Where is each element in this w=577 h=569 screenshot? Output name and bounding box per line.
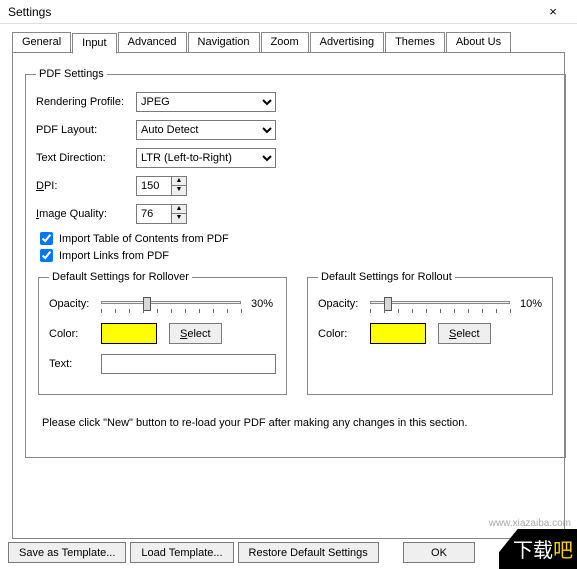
- tab-input[interactable]: Input: [72, 33, 116, 54]
- rollover-opacity-label: Opacity:: [49, 298, 101, 310]
- image-quality-spinner[interactable]: ▲▼: [136, 204, 187, 224]
- tab-zoom[interactable]: Zoom: [261, 32, 309, 53]
- text-direction-label: Text Direction:: [36, 152, 136, 164]
- pdf-layout-label: PDF Layout:: [36, 124, 136, 136]
- rendering-profile-select[interactable]: JPEG: [136, 92, 276, 112]
- iq-down-icon[interactable]: ▼: [172, 214, 186, 223]
- tab-bar: General Input Advanced Navigation Zoom A…: [0, 24, 577, 53]
- tab-advanced[interactable]: Advanced: [118, 32, 187, 53]
- dpi-up-icon[interactable]: ▲: [172, 177, 186, 186]
- rollout-opacity-label: Opacity:: [318, 298, 370, 310]
- rollout-opacity-slider[interactable]: [370, 295, 510, 313]
- rollout-color-swatch: [370, 323, 426, 344]
- rollover-opacity-value: 30%: [251, 298, 273, 310]
- load-template-button[interactable]: Load Template...: [130, 542, 233, 563]
- tab-navigation[interactable]: Navigation: [188, 32, 260, 53]
- import-links-label: Import Links from PDF: [59, 250, 169, 262]
- dpi-input[interactable]: [137, 177, 171, 195]
- window-title: Settings: [8, 5, 533, 19]
- rollout-color-label: Color:: [318, 328, 370, 340]
- dpi-label: DPI:: [36, 180, 136, 192]
- tab-general[interactable]: General: [12, 32, 71, 53]
- import-toc-label: Import Table of Contents from PDF: [59, 233, 229, 245]
- footer-bar: Save as Template... Load Template... Res…: [0, 536, 577, 569]
- tab-about[interactable]: About Us: [446, 32, 511, 53]
- rollover-group: Default Settings for Rollover Opacity: 3…: [38, 271, 287, 395]
- image-quality-label: Image Quality:: [36, 208, 136, 220]
- rollout-legend: Default Settings for Rollout: [318, 271, 455, 283]
- tab-advertising[interactable]: Advertising: [310, 32, 384, 53]
- close-button[interactable]: ×: [533, 2, 573, 22]
- dpi-spinner[interactable]: ▲▼: [136, 176, 187, 196]
- rollout-select-button[interactable]: Select: [438, 323, 491, 344]
- rollout-group: Default Settings for Rollout Opacity: 10…: [307, 271, 553, 395]
- rollover-color-label: Color:: [49, 328, 101, 340]
- import-links-checkbox[interactable]: [40, 249, 53, 262]
- rollover-text-label: Text:: [49, 358, 101, 370]
- restore-defaults-button[interactable]: Restore Default Settings: [238, 542, 379, 563]
- rollout-opacity-value: 10%: [520, 298, 542, 310]
- rollover-select-button[interactable]: Select: [169, 323, 222, 344]
- pdf-settings-group: PDF Settings Rendering Profile: JPEG PDF…: [25, 68, 566, 458]
- reload-note: Please click "New" button to re-load you…: [42, 417, 549, 429]
- dpi-down-icon[interactable]: ▼: [172, 186, 186, 195]
- iq-up-icon[interactable]: ▲: [172, 205, 186, 214]
- rollover-opacity-slider[interactable]: [101, 295, 241, 313]
- image-quality-input[interactable]: [137, 205, 171, 223]
- tab-themes[interactable]: Themes: [385, 32, 445, 53]
- rendering-profile-label: Rendering Profile:: [36, 96, 136, 108]
- pdf-layout-select[interactable]: Auto Detect: [136, 120, 276, 140]
- ok-button[interactable]: OK: [403, 542, 475, 563]
- rollover-color-swatch: [101, 323, 157, 344]
- save-template-button[interactable]: Save as Template...: [8, 542, 126, 563]
- import-toc-checkbox[interactable]: [40, 232, 53, 245]
- pdf-settings-legend: PDF Settings: [36, 68, 107, 80]
- tab-panel-input: PDF Settings Rendering Profile: JPEG PDF…: [12, 53, 565, 539]
- rollover-legend: Default Settings for Rollover: [49, 271, 192, 283]
- watermark-text: www.xiazaiba.com: [489, 518, 571, 529]
- rollover-text-input[interactable]: [101, 354, 276, 374]
- text-direction-select[interactable]: LTR (Left-to-Right): [136, 148, 276, 168]
